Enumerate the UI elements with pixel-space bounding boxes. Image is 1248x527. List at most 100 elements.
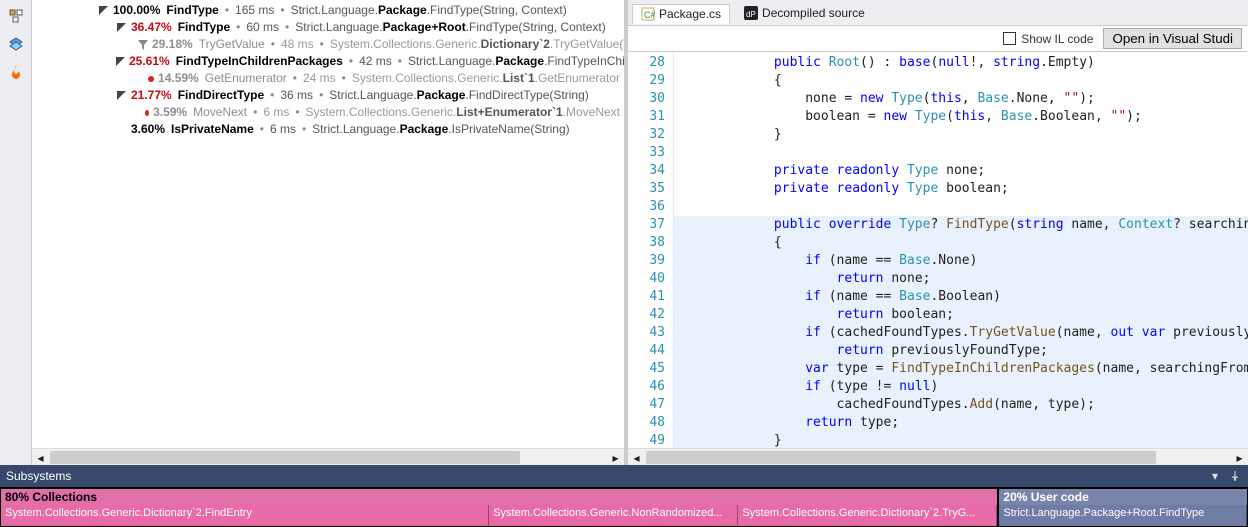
code-line: {	[674, 72, 1248, 90]
code-lines: public Root() : base(null!, string.Empty…	[674, 52, 1248, 448]
code-line: }	[674, 432, 1248, 448]
subsystem-cell[interactable]: System.Collections.Generic.Dictionary`2.…	[738, 505, 997, 526]
show-il-checkbox[interactable]: Show IL code	[1003, 32, 1093, 46]
function-name: FindType	[166, 2, 218, 19]
line-number: 49	[628, 432, 665, 448]
line-number: 40	[628, 270, 665, 288]
hotspot-dot-icon	[148, 76, 154, 82]
svg-text:dP: dP	[746, 10, 756, 19]
subsystems-bar[interactable]: 80% CollectionsSystem.Collections.Generi…	[0, 487, 1248, 527]
subsystem-cell[interactable]: System.Collections.Generic.NonRandomized…	[489, 505, 738, 526]
line-number: 48	[628, 414, 665, 432]
tab-label: Decompiled source	[762, 6, 865, 20]
code-h-scrollbar[interactable]: ◂ ▸	[628, 448, 1248, 465]
scroll-left-icon[interactable]: ◂	[628, 449, 645, 466]
subsystem-label: 80% Collections	[1, 489, 997, 505]
subsystem-label: 20% User code	[999, 489, 1247, 505]
expand-toggle-icon[interactable]	[116, 56, 125, 67]
signature: Strict.Language.Package.FindType(String,…	[291, 2, 567, 19]
scroll-thumb[interactable]	[50, 451, 520, 464]
svg-text:C#: C#	[644, 10, 655, 20]
line-number: 28	[628, 54, 665, 72]
tree-row[interactable]: 36.47%FindType•60 ms•Strict.Language.Pac…	[38, 19, 620, 36]
code-options-bar: Show IL code Open in Visual Studi	[628, 26, 1248, 52]
subsystem-block[interactable]: 20% User codeStrict.Language.Package+Roo…	[998, 488, 1248, 527]
code-line: private readonly Type none;	[674, 162, 1248, 180]
function-name: FindType	[178, 19, 230, 36]
tree-row[interactable]: 100.00%FindType•165 ms•Strict.Language.P…	[38, 2, 620, 19]
tab-package-cs[interactable]: C# Package.cs	[632, 4, 730, 24]
time-value: 6 ms	[270, 121, 296, 138]
code-line: if (name == Base.Boolean)	[674, 288, 1248, 306]
line-number: 36	[628, 198, 665, 216]
csharp-file-icon: C#	[641, 7, 655, 21]
line-number: 35	[628, 180, 665, 198]
signature: System.Collections.Generic.Dictionary`2.…	[330, 36, 624, 53]
scroll-thumb[interactable]	[646, 451, 1156, 464]
code-line: cachedFoundTypes.Add(name, type);	[674, 396, 1248, 414]
code-line: public override Type? FindType(string na…	[674, 216, 1248, 234]
flame-icon[interactable]	[4, 60, 28, 84]
code-line: var type = FindTypeInChildrenPackages(na…	[674, 360, 1248, 378]
tree-row[interactable]: 14.59%GetEnumerator•24 ms•System.Collect…	[38, 70, 620, 87]
signature: System.Collections.Generic.List+Enumerat…	[306, 104, 620, 121]
dropdown-icon[interactable]: ▾	[1208, 469, 1222, 483]
code-editor[interactable]: 2829303132333435363738394041424344454647…	[628, 52, 1248, 448]
tab-label: Package.cs	[659, 7, 721, 21]
filter-icon	[138, 39, 148, 50]
subsystem-block[interactable]: 80% CollectionsSystem.Collections.Generi…	[0, 488, 998, 527]
subsystem-cell[interactable]: System.Collections.Generic.Dictionary`2.…	[1, 505, 489, 526]
tab-decompiled[interactable]: dP Decompiled source	[736, 4, 873, 22]
time-value: 36 ms	[280, 87, 313, 104]
line-number: 46	[628, 378, 665, 396]
tree-row[interactable]: 29.18%TryGetValue•48 ms•System.Collectio…	[38, 36, 620, 53]
dotpeek-icon: dP	[744, 6, 758, 20]
percent-value: 14.59%	[158, 70, 199, 87]
line-number: 42	[628, 306, 665, 324]
signature: Strict.Language.Package+Root.FindType(St…	[295, 19, 606, 36]
time-value: 24 ms	[303, 70, 336, 87]
tree-h-scrollbar[interactable]: ◂ ▸	[32, 448, 624, 465]
line-number: 34	[628, 162, 665, 180]
code-line: public Root() : base(null!, string.Empty…	[674, 54, 1248, 72]
pin-icon[interactable]	[1228, 469, 1242, 483]
scroll-right-icon[interactable]: ▸	[607, 449, 624, 466]
scroll-right-icon[interactable]: ▸	[1231, 449, 1248, 466]
open-in-vs-button[interactable]: Open in Visual Studi	[1103, 28, 1242, 49]
signature: System.Collections.Generic.List`1.GetEnu…	[352, 70, 620, 87]
call-tree[interactable]: 100.00%FindType•165 ms•Strict.Language.P…	[32, 0, 624, 448]
time-value: 165 ms	[235, 2, 274, 19]
code-line: none = new Type(this, Base.None, "");	[674, 90, 1248, 108]
code-line: boolean = new Type(this, Base.Boolean, "…	[674, 108, 1248, 126]
code-line: return previouslyFoundType;	[674, 342, 1248, 360]
line-number: 44	[628, 342, 665, 360]
hotspot-dot-icon	[145, 110, 149, 116]
time-value: 6 ms	[263, 104, 289, 121]
call-tree-pane: 100.00%FindType•165 ms•Strict.Language.P…	[32, 0, 628, 465]
code-line: return boolean;	[674, 306, 1248, 324]
tree-row[interactable]: 3.59%MoveNext•6 ms•System.Collections.Ge…	[38, 104, 620, 121]
tree-row[interactable]: 25.61%FindTypeInChildrenPackages•42 ms•S…	[38, 53, 620, 70]
subsystem-cell[interactable]: Strict.Language.Package+Root.FindType	[999, 505, 1247, 526]
percent-value: 36.47%	[131, 19, 172, 36]
code-line	[674, 198, 1248, 216]
show-il-label: Show IL code	[1021, 32, 1093, 46]
code-line	[674, 144, 1248, 162]
function-name: MoveNext	[193, 104, 247, 121]
tree-row[interactable]: 3.60%IsPrivateName•6 ms•Strict.Language.…	[38, 121, 620, 138]
tree-row[interactable]: 21.77%FindDirectType•36 ms•Strict.Langua…	[38, 87, 620, 104]
code-pane: C# Package.cs dP Decompiled source Show …	[628, 0, 1248, 465]
line-number: 45	[628, 360, 665, 378]
signature: Strict.Language.Package.FindTypeInChildr…	[408, 53, 624, 70]
code-line: if (type != null)	[674, 378, 1248, 396]
call-tree-icon[interactable]	[4, 4, 28, 28]
expand-toggle-icon[interactable]	[98, 5, 109, 16]
expand-toggle-icon[interactable]	[116, 90, 127, 101]
checkbox-box-icon	[1003, 32, 1016, 45]
percent-value: 3.60%	[131, 121, 165, 138]
percent-value: 21.77%	[131, 87, 172, 104]
expand-toggle-icon[interactable]	[116, 22, 127, 33]
line-number: 41	[628, 288, 665, 306]
scroll-left-icon[interactable]: ◂	[32, 449, 49, 466]
layers-icon[interactable]	[4, 32, 28, 56]
